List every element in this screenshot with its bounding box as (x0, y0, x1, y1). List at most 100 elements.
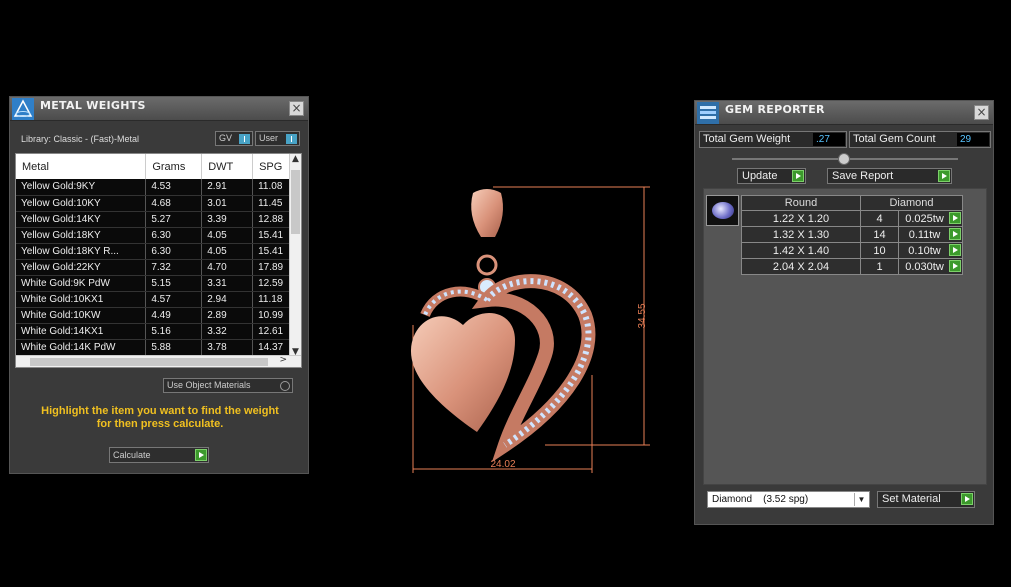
dwt-cell: 2.89 (201, 307, 254, 324)
table-row[interactable]: Yellow Gold:14KY 5.27 3.39 12.88 (16, 211, 301, 228)
instruction-line-2: for then press calculate. (96, 418, 224, 430)
total-gem-count-label: Total Gem Count (853, 133, 936, 145)
table-row[interactable]: Yellow Gold:18KY 6.30 4.05 15.41 (16, 227, 301, 244)
vertical-scrollbar[interactable]: ▲ ▼ (289, 154, 301, 357)
metal-weights-panel: METAL WEIGHTS × Library: Classic - (Fast… (9, 96, 309, 474)
gem-reporter-app-icon (697, 102, 719, 124)
table-row[interactable]: White Gold:14K PdW 5.88 3.78 14.37 (16, 339, 301, 356)
dwt-cell: 3.78 (201, 339, 254, 356)
play-arrow-icon[interactable] (938, 170, 950, 182)
toggle-switch-icon (286, 134, 297, 144)
play-arrow-icon[interactable] (949, 212, 961, 224)
grams-cell: 5.27 (145, 211, 203, 228)
column-header-grams[interactable]: Grams (145, 154, 203, 179)
gem-list-area: Round Diamond 1.22 X 1.20 4 0.025tw 1.32 X … (703, 188, 987, 485)
gem-row[interactable]: 1.32 X 1.30 14 0.11tw (741, 226, 963, 243)
toggle-switch-icon (239, 134, 250, 144)
dwt-cell: 4.05 (201, 227, 254, 244)
use-object-materials-option[interactable]: Use Object Materials (163, 378, 293, 393)
gem-weight-cell: 0.030tw (898, 258, 963, 275)
width-dimension: 24.02 (490, 459, 515, 470)
metal-name-cell: Yellow Gold:22KY (16, 259, 147, 276)
dwt-cell: 3.39 (201, 211, 254, 228)
table-row[interactable]: Yellow Gold:9KY 4.53 2.91 11.08 (16, 179, 301, 196)
dwt-cell: 2.91 (201, 179, 254, 196)
total-gem-weight-value: .27 (813, 133, 845, 146)
library-label: Library: Classic - (Fast)-Metal (21, 134, 140, 144)
metal-name-cell: Yellow Gold:18KY R... (16, 243, 147, 260)
column-header-dwt[interactable]: DWT (201, 154, 254, 179)
table-row[interactable]: White Gold:9K PdW 5.15 3.31 12.59 (16, 275, 301, 292)
gem-size-text: 1.42 X 1.40 (772, 244, 830, 257)
metal-name-cell: Yellow Gold:9KY (16, 179, 147, 196)
gem-thumbnail[interactable] (706, 195, 739, 226)
total-gem-weight-label: Total Gem Weight (703, 133, 791, 145)
user-toggle-label: User (259, 133, 279, 143)
gem-count-text: 14 (873, 228, 886, 241)
gem-row[interactable]: 1.42 X 1.40 10 0.10tw (741, 242, 963, 259)
metal-table[interactable]: Metal Grams DWT SPG Yellow Gold:9KY 4.53 2… (15, 153, 302, 368)
metal-weights-title: METAL WEIGHTS (40, 99, 146, 112)
save-report-button[interactable]: Save Report (827, 168, 952, 184)
play-arrow-icon[interactable] (949, 228, 961, 240)
calculate-button[interactable]: Calculate (109, 447, 209, 463)
grams-cell: 4.68 (145, 195, 203, 212)
height-dimension: 34.55 (637, 303, 648, 328)
gem-weight-text: 0.11tw (908, 228, 941, 241)
gem-row[interactable]: 2.04 X 2.04 1 0.030tw (741, 258, 963, 275)
grams-cell: 4.49 (145, 307, 203, 324)
dwt-cell: 4.05 (201, 243, 254, 260)
table-row[interactable]: Yellow Gold:22KY 7.32 4.70 17.89 (16, 259, 301, 276)
scroll-up-icon[interactable]: ▲ (290, 154, 301, 164)
gem-reporter-titlebar[interactable]: GEM REPORTER × (695, 101, 993, 125)
gem-reporter-panel: GEM REPORTER × Total Gem Weight .27 Tota… (694, 100, 994, 525)
metal-name-cell: White Gold:14K PdW (16, 339, 147, 356)
dwt-cell: 3.32 (201, 323, 254, 340)
grams-cell: 5.15 (145, 275, 203, 292)
dwt-cell: 3.01 (201, 195, 254, 212)
gem-count-text: 4 (876, 212, 883, 225)
update-button[interactable]: Update (737, 168, 806, 184)
table-row[interactable]: White Gold:14KX1 5.16 3.32 12.61 (16, 323, 301, 340)
play-arrow-icon[interactable] (792, 170, 804, 182)
vertical-scroll-thumb[interactable] (291, 170, 300, 234)
horizontal-scroll-thumb[interactable] (30, 358, 268, 366)
slider-handle[interactable] (838, 153, 850, 165)
table-row[interactable]: White Gold:10KX1 4.57 2.94 11.18 (16, 291, 301, 308)
play-arrow-icon[interactable] (949, 260, 961, 272)
column-header-shape: Round (741, 195, 861, 211)
table-row[interactable]: Yellow Gold:18KY R... 6.30 4.05 15.41 (16, 243, 301, 260)
gv-toggle[interactable]: GV (215, 131, 253, 146)
set-material-button[interactable]: Set Material (877, 491, 975, 508)
update-label: Update (742, 170, 778, 182)
table-header-row: Metal Grams DWT SPG (16, 154, 301, 179)
gem-size-text: 1.32 X 1.30 (772, 228, 830, 241)
pendant-render: 34.55 24.02 (410, 186, 650, 473)
close-icon[interactable]: × (974, 105, 989, 120)
close-icon[interactable]: × (289, 101, 304, 116)
table-row[interactable]: Yellow Gold:10KY 4.68 3.01 11.45 (16, 195, 301, 212)
play-arrow-icon[interactable] (195, 449, 207, 461)
scroll-right-icon[interactable]: > (279, 355, 287, 365)
grams-cell: 6.30 (145, 243, 203, 260)
horizontal-scrollbar[interactable]: > (16, 355, 301, 367)
metal-weights-titlebar[interactable]: METAL WEIGHTS × (10, 97, 308, 121)
instruction-text: Highlight the item you want to find the … (20, 405, 300, 431)
grams-cell: 4.57 (145, 291, 203, 308)
gem-row[interactable]: 1.22 X 1.20 4 0.025tw (741, 210, 963, 227)
metal-name-cell: White Gold:9K PdW (16, 275, 147, 292)
save-report-label: Save Report (832, 170, 894, 182)
column-header-metal[interactable]: Metal (16, 154, 147, 179)
play-arrow-icon[interactable] (949, 244, 961, 256)
model-viewport[interactable]: 34.55 24.02 (395, 175, 665, 480)
radio-icon[interactable] (280, 381, 290, 391)
play-arrow-icon[interactable] (961, 493, 973, 505)
gem-weight-text: 0.10tw (908, 244, 941, 257)
table-row[interactable]: White Gold:10KW 4.49 2.89 10.99 (16, 307, 301, 324)
gem-count-cell: 14 (860, 226, 899, 243)
material-select[interactable]: Diamond (3.52 spg) ▼ (707, 491, 870, 508)
gem-table-header-row: Round Diamond (741, 195, 963, 211)
metal-weights-app-icon (12, 98, 34, 120)
chevron-down-icon[interactable]: ▼ (854, 493, 868, 506)
user-toggle[interactable]: User (255, 131, 300, 146)
